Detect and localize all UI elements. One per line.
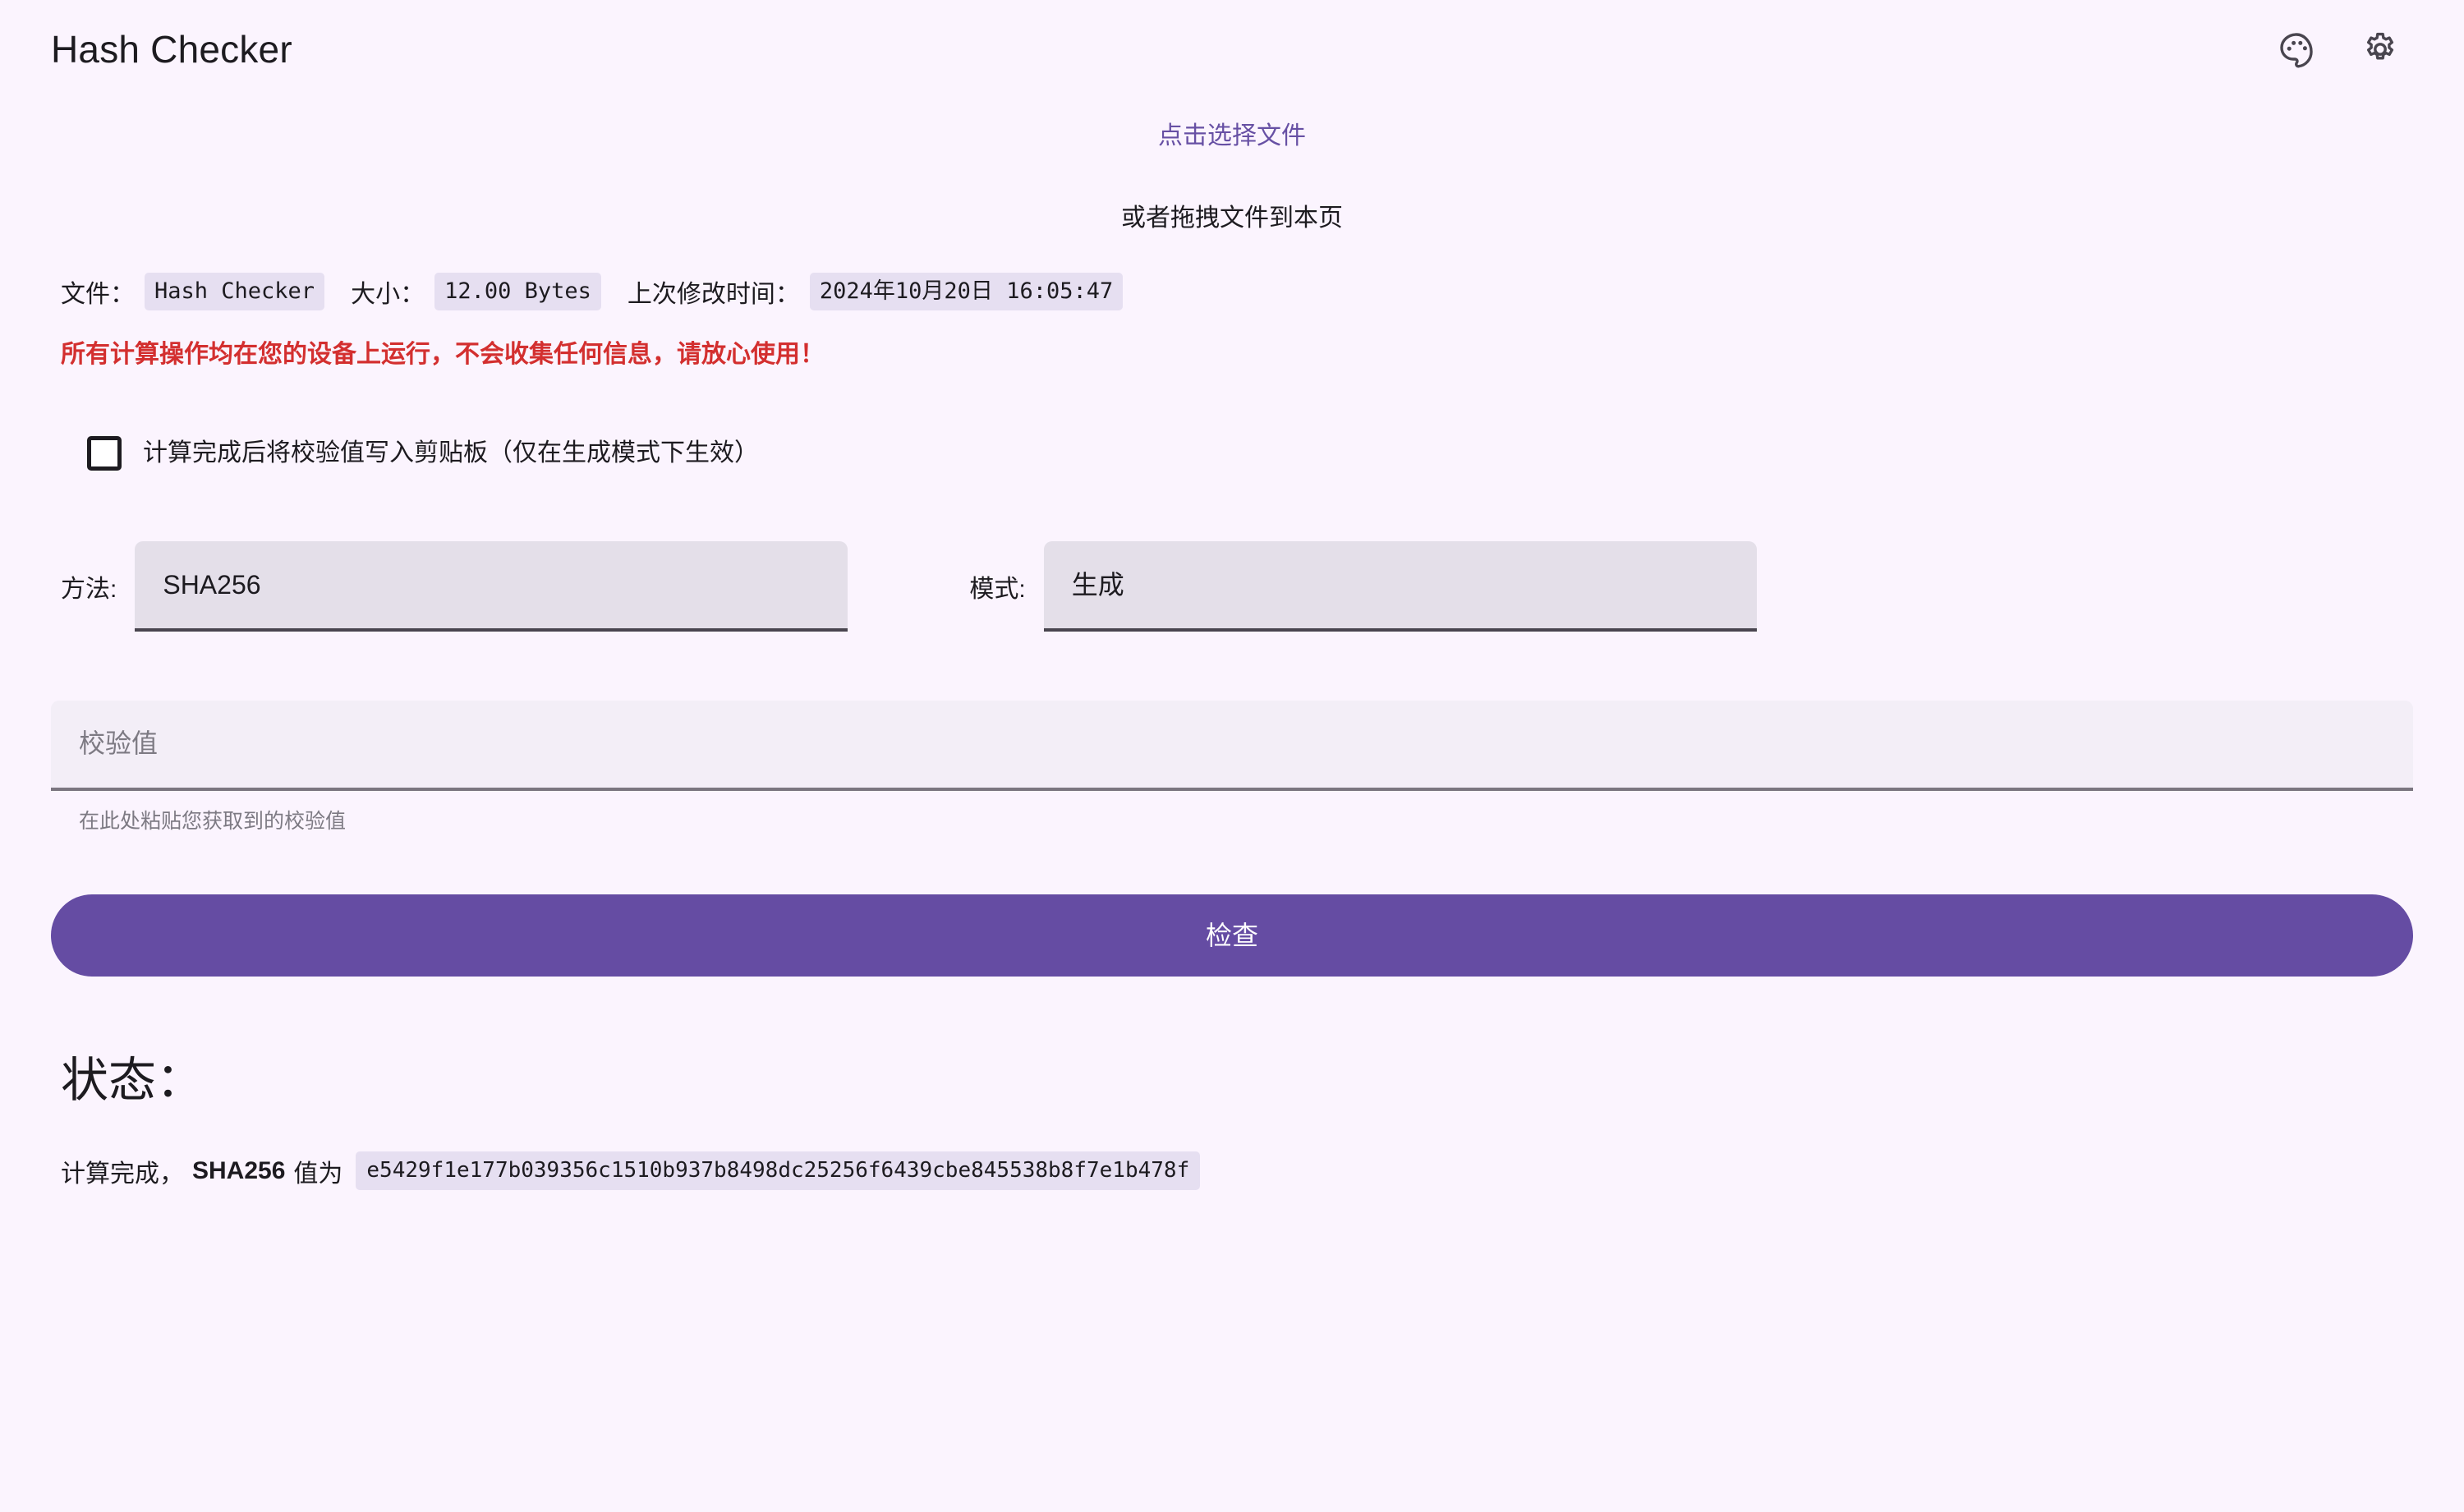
app-header: Hash Checker	[51, 0, 2413, 99]
gear-icon	[2361, 30, 2400, 69]
method-field-group: 方法: SHA256	[61, 541, 848, 632]
mode-field-group: 模式: 生成	[969, 541, 1756, 632]
drag-hint-text: 或者拖拽文件到本页	[51, 204, 2413, 233]
status-result-prefix: 计算完成，	[61, 1153, 184, 1189]
status-result-line: 计算完成， SHA256 值为 e5429f1e177b039356c1510b…	[51, 1151, 2413, 1190]
method-select-value: SHA256	[163, 569, 260, 600]
clipboard-checkbox[interactable]	[87, 436, 122, 471]
theme-button[interactable]	[2273, 26, 2319, 72]
clipboard-option-row[interactable]: 计算完成后将校验值写入剪贴板（仅在生成模式下生效）	[51, 436, 2413, 471]
file-info-row: 文件： Hash Checker 大小： 12.00 Bytes 上次修改时间：…	[51, 273, 2413, 310]
hash-value-field: 在此处粘贴您获取到的校验值	[51, 701, 2413, 834]
mode-select[interactable]: 生成	[1044, 541, 1757, 632]
select-file-link[interactable]: 点击选择文件	[1158, 122, 1306, 151]
file-size-value: 12.00 Bytes	[434, 273, 601, 310]
status-result-hash[interactable]: e5429f1e177b039356c1510b937b8498dc25256f…	[356, 1151, 1200, 1190]
hash-value-helper: 在此处粘贴您获取到的校验值	[51, 809, 2413, 834]
file-size-label: 大小：	[351, 273, 425, 310]
method-select[interactable]: SHA256	[135, 541, 848, 632]
status-heading: 状态：	[51, 1052, 2413, 1110]
header-actions	[2273, 26, 2413, 72]
file-modified-value: 2024年10月20日 16:05:47	[810, 273, 1123, 310]
method-label: 方法:	[61, 568, 117, 604]
settings-button[interactable]	[2357, 26, 2403, 72]
file-modified-label: 上次修改时间：	[627, 273, 800, 310]
mode-select-value: 生成	[1072, 569, 1124, 600]
clipboard-checkbox-label[interactable]: 计算完成后将校验值写入剪贴板（仅在生成模式下生效）	[143, 439, 759, 468]
page-title: Hash Checker	[51, 30, 292, 68]
check-button[interactable]: 检查	[51, 894, 2413, 977]
file-dropzone[interactable]: 点击选择文件 或者拖拽文件到本页	[51, 122, 2413, 233]
file-name-value: Hash Checker	[145, 273, 324, 310]
options-row: 方法: SHA256 模式: 生成	[51, 541, 2413, 632]
file-name-label: 文件：	[61, 273, 135, 310]
palette-icon	[2277, 30, 2316, 69]
status-result-algo: SHA256	[192, 1157, 285, 1185]
mode-label: 模式:	[969, 568, 1025, 604]
privacy-notice: 所有计算操作均在您的设备上运行，不会收集任何信息，请放心使用！	[51, 338, 2413, 370]
hash-value-input[interactable]	[51, 701, 2413, 791]
status-result-suffix: 值为	[293, 1153, 342, 1189]
app-root: Hash Checker	[0, 0, 2464, 1512]
